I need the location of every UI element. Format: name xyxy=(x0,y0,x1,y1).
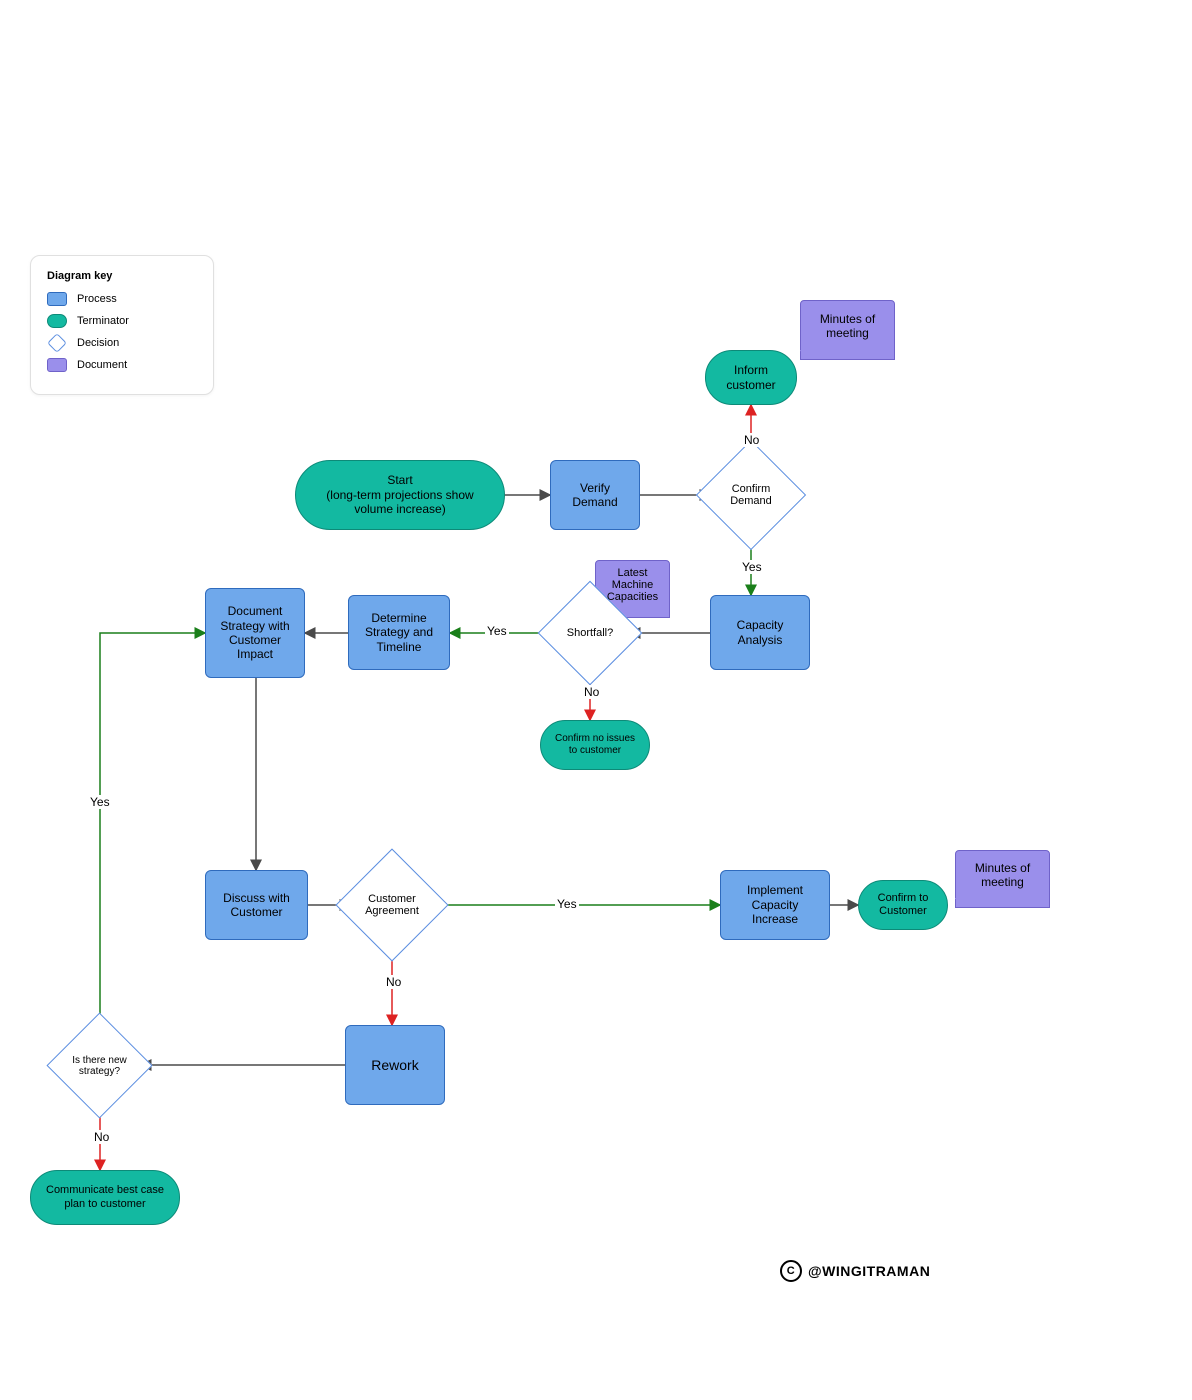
node-text: Is there new strategy? xyxy=(62,1028,137,1103)
watermark: C @WINGITRAMAN xyxy=(780,1260,930,1282)
minutes-of-meeting-doc-1: Minutes of meeting xyxy=(800,300,895,360)
decision-swatch xyxy=(47,333,67,353)
node-text: Customer Agreement xyxy=(352,865,432,945)
minutes-of-meeting-doc-2: Minutes of meeting xyxy=(955,850,1050,908)
legend-item-process: Process xyxy=(47,292,197,306)
legend-item-document: Document xyxy=(47,358,197,372)
discuss-customer-process: Discuss with Customer xyxy=(205,870,308,940)
node-text: Confirm to Customer xyxy=(878,892,929,918)
legend-label: Decision xyxy=(77,337,119,349)
determine-strategy-process: Determine Strategy and Timeline xyxy=(348,595,450,670)
edge-label-yes: Yes xyxy=(740,560,764,574)
edge-label-yes: Yes xyxy=(555,897,579,911)
node-text: Implement Capacity Increase xyxy=(747,883,803,926)
legend-label: Document xyxy=(77,359,127,371)
document-strategy-process: Document Strategy with Customer Impact xyxy=(205,588,305,678)
node-text: Confirm no issues to customer xyxy=(555,733,635,757)
legend-item-terminator: Terminator xyxy=(47,314,197,328)
node-text: Document Strategy with Customer Impact xyxy=(220,604,289,662)
legend: Diagram key Process Terminator Decision … xyxy=(30,255,214,395)
edge-label-no: No xyxy=(742,433,761,447)
process-swatch xyxy=(47,292,67,306)
copyright-icon: C xyxy=(780,1260,802,1282)
rework-process: Rework xyxy=(345,1025,445,1105)
confirm-demand-decision: Confirm Demand xyxy=(712,456,790,534)
node-text: Start (long-term projections show volume… xyxy=(326,473,473,516)
node-text: Rework xyxy=(371,1057,418,1074)
node-text: Minutes of meeting xyxy=(975,861,1030,889)
edge-label-no: No xyxy=(384,975,403,989)
terminator-swatch xyxy=(47,314,67,328)
communicate-best-case-terminator: Communicate best case plan to customer xyxy=(30,1170,180,1225)
edge-label-yes: Yes xyxy=(88,795,112,809)
node-text: Communicate best case plan to customer xyxy=(46,1184,164,1210)
legend-title: Diagram key xyxy=(47,270,197,282)
edge-label-no: No xyxy=(92,1130,111,1144)
legend-item-decision: Decision xyxy=(47,336,197,350)
confirm-no-issues-terminator: Confirm no issues to customer xyxy=(540,720,650,770)
node-text: Verify Demand xyxy=(572,481,617,510)
node-text: Discuss with Customer xyxy=(223,891,290,920)
start-terminator: Start (long-term projections show volume… xyxy=(295,460,505,530)
watermark-text: @WINGITRAMAN xyxy=(808,1263,930,1279)
capacity-analysis-process: Capacity Analysis xyxy=(710,595,810,670)
flowchart-canvas: Diagram key Process Terminator Decision … xyxy=(0,0,1192,1400)
node-text: Confirm Demand xyxy=(712,456,790,534)
inform-customer-terminator: Inform customer xyxy=(705,350,797,405)
document-swatch xyxy=(47,358,67,372)
confirm-to-customer-terminator: Confirm to Customer xyxy=(858,880,948,930)
node-text: Inform customer xyxy=(726,363,775,392)
verify-demand-process: Verify Demand xyxy=(550,460,640,530)
legend-label: Process xyxy=(77,293,117,305)
customer-agreement-decision: Customer Agreement xyxy=(352,865,432,945)
shortfall-decision: Shortfall? xyxy=(553,596,627,670)
new-strategy-decision: Is there new strategy? xyxy=(62,1028,137,1103)
node-text: Shortfall? xyxy=(553,596,627,670)
edge-label-yes: Yes xyxy=(485,624,509,638)
legend-label: Terminator xyxy=(77,315,129,327)
edge-label-no: No xyxy=(582,685,601,699)
implement-capacity-process: Implement Capacity Increase xyxy=(720,870,830,940)
node-text: Capacity Analysis xyxy=(737,618,784,647)
node-text: Minutes of meeting xyxy=(820,312,875,340)
node-text: Determine Strategy and Timeline xyxy=(365,611,433,654)
